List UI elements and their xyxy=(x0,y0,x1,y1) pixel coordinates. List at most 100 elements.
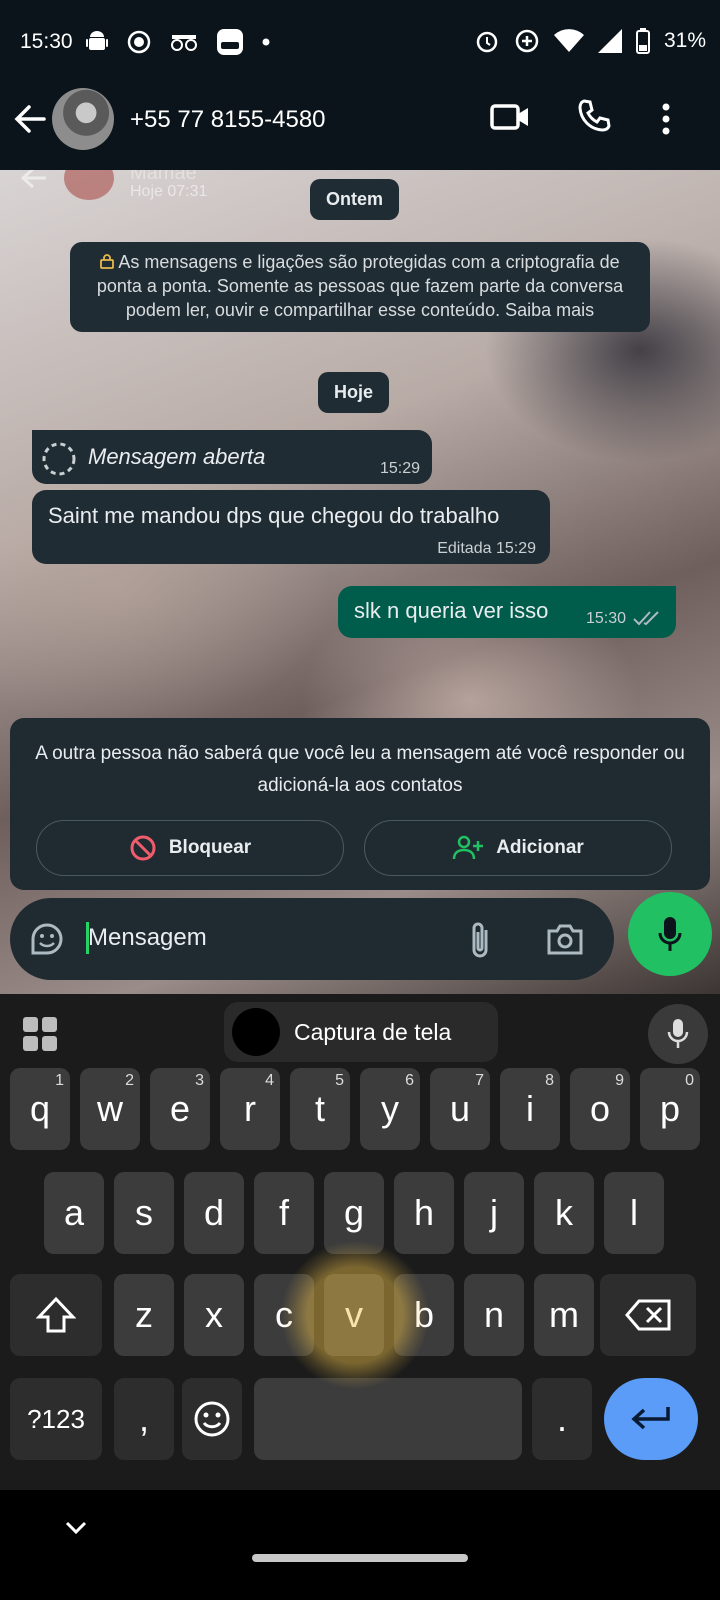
status-bar: 15:30 31% xyxy=(0,0,720,86)
key-b[interactable]: b xyxy=(394,1274,454,1356)
key-n[interactable]: n xyxy=(464,1274,524,1356)
key-w[interactable]: w2 xyxy=(80,1068,140,1150)
key-hint: 7 xyxy=(475,1072,484,1089)
key-h[interactable]: h xyxy=(394,1172,454,1254)
hide-keyboard-icon[interactable] xyxy=(64,1520,88,1536)
video-call-icon[interactable] xyxy=(490,100,530,134)
key-g[interactable]: g xyxy=(324,1172,384,1254)
battery-percent: 31% xyxy=(663,29,706,52)
key-hint: 8 xyxy=(545,1072,554,1089)
add-person-icon xyxy=(452,835,484,860)
phone-call-icon[interactable] xyxy=(576,98,612,134)
key-q[interactable]: q1 xyxy=(10,1068,70,1150)
record-icon xyxy=(127,30,151,54)
sticker-icon[interactable] xyxy=(28,920,66,958)
key-t[interactable]: t5 xyxy=(290,1068,350,1150)
signal-icon xyxy=(597,29,622,53)
message-bubble-incoming[interactable]: Saint me mandou dps que chegou do trabal… xyxy=(32,490,550,564)
apps-grid-icon[interactable] xyxy=(22,1016,58,1052)
navigation-bar xyxy=(0,1490,720,1600)
key-i[interactable]: i8 xyxy=(500,1068,560,1150)
wallpaper-avatar xyxy=(64,170,114,200)
microphone-icon xyxy=(658,917,682,951)
emoji-key[interactable] xyxy=(182,1378,242,1460)
voice-record-button[interactable] xyxy=(628,892,712,976)
unknown-contact-card: A outra pessoa não saberá que você leu a… xyxy=(10,718,710,890)
dot-icon xyxy=(262,38,270,46)
enter-icon xyxy=(631,1407,670,1430)
key-c[interactable]: c xyxy=(254,1274,314,1356)
block-button[interactable]: Bloquear xyxy=(36,820,344,876)
status-time: 15:30 xyxy=(20,30,73,53)
backspace-icon xyxy=(625,1299,671,1331)
shift-key[interactable] xyxy=(10,1274,102,1356)
add-contact-button[interactable]: Adicionar xyxy=(364,820,672,876)
camera-icon[interactable] xyxy=(546,922,584,956)
screenshot-thumbnail xyxy=(232,1008,280,1056)
key-d[interactable]: d xyxy=(184,1172,244,1254)
key-s[interactable]: s xyxy=(114,1172,174,1254)
view-once-opened-icon xyxy=(42,442,76,476)
contact-avatar[interactable] xyxy=(52,88,114,150)
shift-icon xyxy=(36,1296,76,1333)
message-bubble-incoming[interactable]: Mensagem aberta 15:29 xyxy=(32,430,432,484)
data-saver-icon xyxy=(515,29,539,53)
key-hint: 1 xyxy=(55,1072,64,1089)
space-key[interactable] xyxy=(254,1378,522,1460)
attach-icon[interactable] xyxy=(468,920,492,960)
back-arrow-icon[interactable] xyxy=(14,104,46,134)
block-icon xyxy=(130,835,156,861)
screenshot-suggestion[interactable]: Captura de tela xyxy=(224,1002,498,1062)
period-key[interactable]: . xyxy=(532,1378,592,1460)
key-r[interactable]: r4 xyxy=(220,1068,280,1150)
battery-icon xyxy=(635,28,650,54)
backspace-key[interactable] xyxy=(600,1274,696,1356)
microphone-icon xyxy=(667,1019,689,1048)
key-x[interactable]: x xyxy=(184,1274,244,1356)
key-j[interactable]: j xyxy=(464,1172,524,1254)
keyboard-toolbar: Captura de tela xyxy=(0,994,720,1064)
comma-key[interactable]: , xyxy=(114,1378,174,1460)
key-hint: 0 xyxy=(685,1072,694,1089)
more-options-icon[interactable] xyxy=(660,102,672,136)
key-o[interactable]: o9 xyxy=(570,1068,630,1150)
contact-name[interactable]: +55 77 8155-4580 xyxy=(130,106,326,134)
key-hint: 5 xyxy=(335,1072,344,1089)
enter-key[interactable] xyxy=(604,1378,698,1460)
wifi-icon xyxy=(553,29,584,52)
key-hint: 9 xyxy=(615,1072,624,1089)
key-p[interactable]: p0 xyxy=(640,1068,700,1150)
encryption-notice[interactable]: As mensagens e ligações são protegidas c… xyxy=(70,242,650,332)
date-chip-today: Hoje xyxy=(318,372,390,413)
key-u[interactable]: u7 xyxy=(430,1068,490,1150)
home-handle[interactable] xyxy=(252,1554,468,1562)
key-hint: 2 xyxy=(125,1072,134,1089)
key-e[interactable]: e3 xyxy=(150,1068,210,1150)
key-y[interactable]: y6 xyxy=(360,1068,420,1150)
chat-area[interactable]: Mamãe Hoje 07:31 Ontem As mensagens e li… xyxy=(0,170,720,994)
key-f[interactable]: f xyxy=(254,1172,314,1254)
keyboard: Captura de tela q1w2e3r4t5y6u7i8o9p0 asdf… xyxy=(0,994,720,1490)
key-m[interactable]: m xyxy=(534,1274,594,1356)
lock-icon xyxy=(100,254,115,269)
key-l[interactable]: l xyxy=(604,1172,664,1254)
date-chip-yesterday: Ontem xyxy=(310,179,400,220)
wallpaper-back-icon xyxy=(20,170,46,189)
message-composer[interactable]: Mensagem xyxy=(10,898,614,980)
key-z[interactable]: z xyxy=(114,1274,174,1356)
key-hint: 6 xyxy=(405,1072,414,1089)
key-v[interactable]: v xyxy=(324,1274,384,1356)
android-icon xyxy=(86,31,108,50)
alarm-icon xyxy=(476,31,498,53)
key-a[interactable]: a xyxy=(44,1172,104,1254)
app-icon xyxy=(217,29,243,55)
message-input[interactable]: Mensagem xyxy=(88,924,207,952)
symbols-key[interactable]: ?123 xyxy=(10,1378,102,1460)
incognito-icon xyxy=(171,35,197,51)
keyboard-voice-button[interactable] xyxy=(648,1004,708,1064)
message-bubble-outgoing[interactable]: slk n queria ver isso 15:30 xyxy=(338,586,676,638)
chat-header: +55 77 8155-4580 xyxy=(0,86,720,170)
emoji-icon xyxy=(194,1401,230,1437)
key-hint: 3 xyxy=(195,1072,204,1089)
key-k[interactable]: k xyxy=(534,1172,594,1254)
